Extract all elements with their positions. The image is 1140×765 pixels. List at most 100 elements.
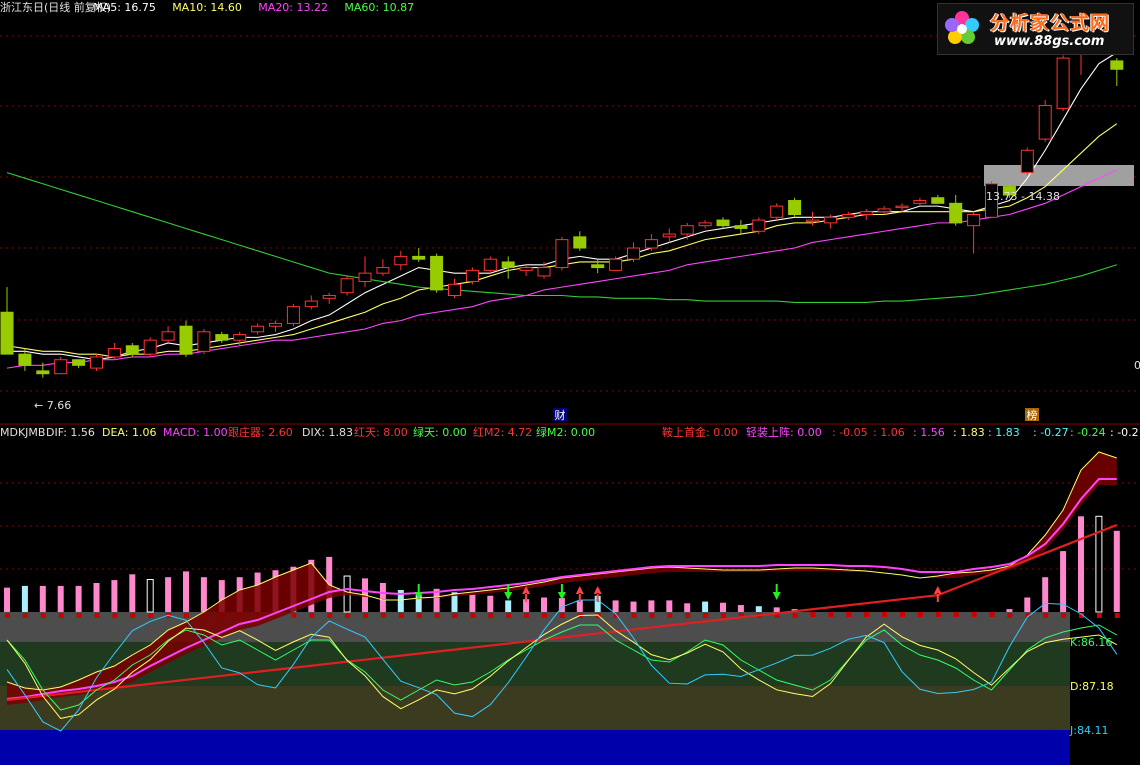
macd-bar — [630, 601, 637, 612]
candle-body — [913, 200, 927, 204]
signal-dot — [971, 612, 977, 617]
candle-body — [680, 225, 694, 235]
macd-bar — [576, 600, 583, 612]
indicator-header-item: 跟庄器: 2.60 — [228, 425, 293, 439]
candle-body — [877, 208, 891, 213]
indicator-header-item: 绿天: 0.00 — [413, 425, 467, 439]
signal-dot — [488, 613, 494, 618]
macd-bar — [4, 587, 10, 612]
signal-dot — [542, 613, 547, 618]
signal-dot — [76, 613, 82, 618]
signal-dot — [363, 613, 368, 618]
signal-dot — [380, 613, 386, 618]
candle-body — [752, 219, 766, 232]
macd-bar — [737, 605, 744, 612]
signal-dot — [631, 613, 637, 618]
indicator-header-item: : -0.24 — [1070, 426, 1106, 439]
signal-dot — [900, 612, 905, 617]
signal-dot — [5, 613, 10, 618]
down-arrow-icon — [557, 584, 566, 600]
indicator-header-item: : -0.05 — [832, 426, 868, 439]
candle-body — [1110, 60, 1124, 70]
signal-dot — [22, 613, 28, 618]
candle-body — [465, 269, 479, 283]
candle-body — [1020, 149, 1034, 174]
signal-dot — [792, 613, 798, 618]
candle-body — [1038, 105, 1052, 140]
candle-body — [340, 278, 354, 294]
signal-dot — [810, 612, 816, 617]
macd-bar — [183, 571, 189, 612]
candle-body — [573, 236, 587, 249]
candle-body — [519, 267, 533, 271]
macd-bar — [469, 594, 476, 612]
down-arrow-icon — [504, 584, 513, 600]
candle-body — [841, 214, 855, 218]
macd-bar — [1042, 577, 1049, 612]
candle-body — [967, 214, 981, 227]
up-arrow-icon — [933, 586, 942, 602]
candle-body — [251, 325, 265, 333]
site-logo: 分析家公式网 www.88gs.com — [937, 3, 1134, 55]
signal-dot — [1096, 613, 1102, 618]
candle-body — [54, 359, 68, 375]
header-item: MA10: 14.60 — [172, 1, 242, 14]
candle-body — [430, 255, 444, 291]
signal-dot — [470, 613, 476, 618]
price-range-box — [984, 165, 1134, 186]
signal-dot — [917, 612, 923, 617]
indicator-header-item: MACD: 1.00 — [163, 426, 228, 439]
signal-dot — [864, 612, 870, 617]
signal-dot — [882, 612, 888, 617]
macd-bar — [720, 602, 726, 612]
signal-dot — [416, 613, 422, 618]
macd-bar — [146, 579, 154, 613]
signal-dot — [1007, 613, 1013, 618]
signal-dot — [721, 613, 726, 618]
indicator-header-item: DIF: 1.56 — [46, 426, 95, 439]
right-edge-label: 0 — [1134, 359, 1140, 372]
stock-chart-canvas: 浙江东日(日线 前复权)MA5: 16.75 MA10: 14.60 MA20: 1… — [0, 0, 1140, 765]
candle-body — [501, 261, 515, 269]
candle-body — [125, 345, 139, 355]
candle-body — [609, 258, 623, 271]
signal-dot — [828, 612, 834, 617]
candle-body — [269, 322, 282, 327]
candle-body — [770, 205, 784, 218]
signal-dot — [524, 613, 530, 618]
logo-url: www.88gs.com — [994, 34, 1105, 49]
indicator-header-item: : 1.83 — [988, 426, 1020, 439]
signal-dot — [1061, 613, 1067, 618]
signal-dot — [667, 613, 673, 618]
candle-body — [179, 325, 193, 355]
signal-dot — [452, 613, 458, 618]
indicator-header-item: : 1.56 — [913, 426, 945, 439]
candle-body — [143, 339, 157, 355]
indicator-header-item: : 1.83 — [953, 426, 985, 439]
signal-dot — [559, 613, 565, 618]
candle-body — [394, 255, 408, 266]
low-price-label: ← 7.66 — [34, 399, 71, 412]
signal-dot — [398, 613, 404, 618]
signal-dot — [94, 613, 100, 618]
band-olive — [0, 686, 1070, 730]
macd-bar — [487, 595, 494, 612]
macd-bar — [1006, 609, 1013, 612]
candle-body — [806, 219, 819, 223]
candle-body — [72, 359, 86, 366]
header-item: MA5: 16.75 — [93, 1, 156, 14]
candle-body — [197, 331, 211, 352]
signal-dot — [434, 613, 440, 618]
candle-body — [627, 247, 640, 260]
candle-body — [895, 205, 909, 209]
header-item: MA20: 13.22 — [258, 1, 328, 14]
signal-dot — [112, 613, 118, 618]
macd-bar — [21, 585, 28, 612]
signal-dot — [989, 612, 995, 617]
candle-body — [698, 222, 712, 227]
signal-dot — [309, 613, 315, 618]
signal-dot — [291, 613, 297, 618]
marker-bang: 榜 — [1027, 408, 1038, 422]
macd-bar — [612, 600, 619, 612]
signal-dot — [1043, 613, 1049, 618]
